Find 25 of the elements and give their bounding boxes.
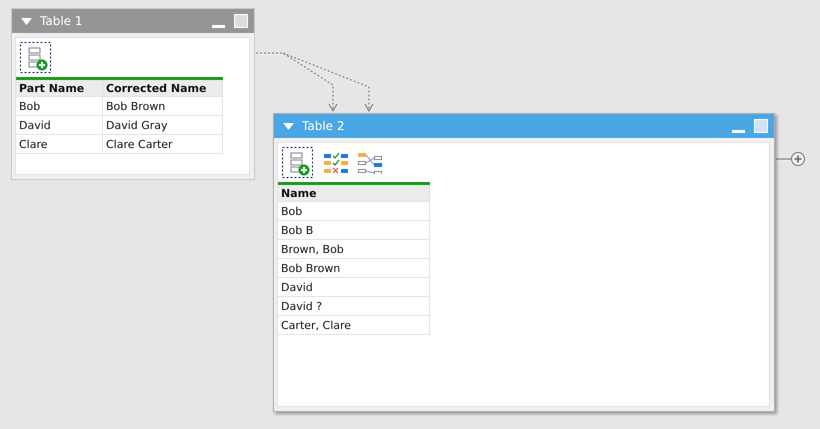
add-row-icon[interactable] — [20, 42, 51, 73]
collapse-icon[interactable] — [283, 122, 294, 130]
table-cell: David Gray — [102, 116, 222, 134]
add-connection-icon[interactable] — [791, 152, 805, 166]
collapse-icon[interactable] — [21, 18, 32, 24]
window-title: Table 1 — [40, 14, 84, 28]
table-cell: Bob B — [278, 220, 430, 240]
column-header[interactable]: Corrected Name — [102, 78, 222, 96]
checklist-icon[interactable] — [324, 152, 349, 174]
add-row-icon[interactable] — [282, 147, 313, 178]
column-header[interactable]: Name — [278, 184, 430, 202]
window-title: Table 2 — [302, 119, 346, 133]
table-cell: Bob — [16, 96, 102, 116]
table-cell: David ? — [278, 296, 430, 316]
column-header[interactable]: Part Name — [16, 78, 102, 96]
table-cell: Bob Brown — [102, 96, 222, 116]
table-cell: David — [16, 116, 102, 134]
table-cell: David — [278, 278, 430, 296]
field-mapping-icon[interactable] — [358, 152, 383, 174]
table-cell: Carter, Clare — [278, 316, 430, 334]
table-cell: Clare — [16, 134, 102, 154]
table-cell: Bob — [278, 202, 430, 220]
table-cell: Bob Brown — [278, 258, 430, 278]
table-cell: Brown, Bob — [278, 240, 430, 258]
table-cell: Clare Carter — [102, 134, 222, 154]
